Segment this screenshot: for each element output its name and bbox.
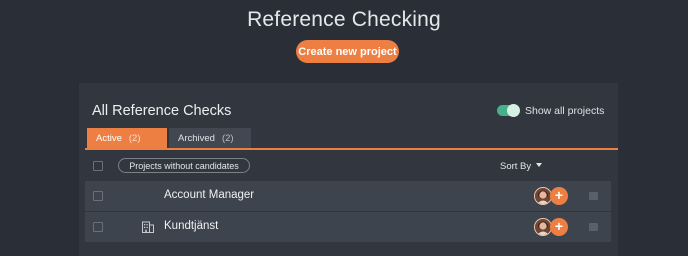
tab-underline <box>85 148 618 150</box>
building-icon <box>142 221 154 233</box>
select-all-checkbox[interactable] <box>93 161 103 171</box>
add-candidate-button[interactable]: + <box>550 218 568 236</box>
caret-down-icon <box>536 163 543 167</box>
table-row[interactable]: Kundtjänst + <box>85 212 611 242</box>
panel-title: All Reference Checks <box>92 103 232 119</box>
create-new-project-button[interactable]: Create new project <box>296 40 399 63</box>
reference-checks-panel: All Reference Checks Show all projects A… <box>79 83 618 256</box>
table-row[interactable]: Account Manager + <box>85 181 611 211</box>
tab-active-label: Active <box>96 132 122 144</box>
row-checkbox[interactable] <box>93 191 103 201</box>
tab-active[interactable]: Active (2) <box>87 128 167 148</box>
toggle-knob <box>507 104 520 117</box>
projects-without-candidates-filter[interactable]: Projects without candidates <box>118 158 250 173</box>
page-title: Reference Checking <box>247 8 441 31</box>
tab-archived[interactable]: Archived (2) <box>169 128 251 148</box>
row-checkbox[interactable] <box>93 222 103 232</box>
sort-by-dropdown[interactable]: Sort By <box>500 161 543 172</box>
project-name[interactable]: Account Manager <box>164 189 254 201</box>
show-all-projects-toggle[interactable] <box>497 104 520 117</box>
row-menu-icon[interactable] <box>589 223 598 231</box>
show-all-projects-label: Show all projects <box>525 105 605 117</box>
project-name[interactable]: Kundtjänst <box>164 220 218 232</box>
tab-active-count: (2) <box>128 132 141 144</box>
sort-by-label: Sort By <box>500 161 532 172</box>
tab-archived-count: (2) <box>221 132 234 144</box>
add-candidate-button[interactable]: + <box>550 187 568 205</box>
row-menu-icon[interactable] <box>589 192 598 200</box>
tab-archived-label: Archived <box>178 132 215 144</box>
